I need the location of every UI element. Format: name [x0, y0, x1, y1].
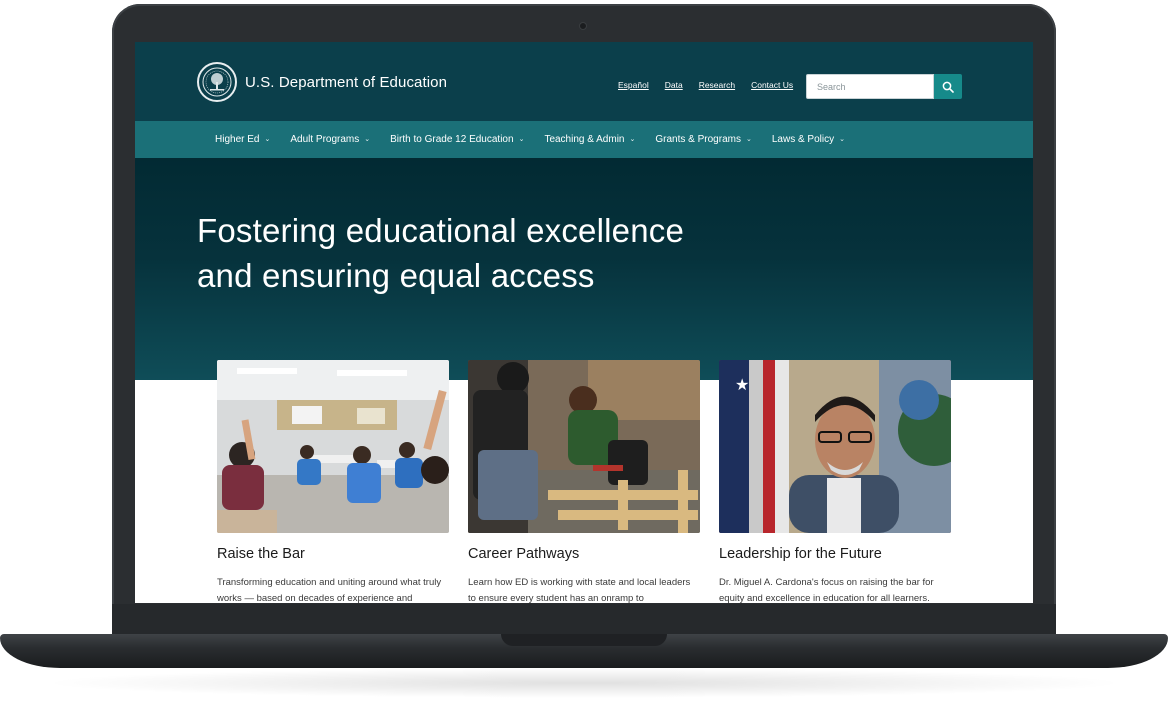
nav-item-adult-programs[interactable]: Adult Programs ⌄: [290, 134, 370, 145]
card-raise-the-bar[interactable]: Raise the Bar Transforming education and…: [217, 360, 449, 603]
chevron-down-icon: ⌄: [629, 135, 636, 143]
nav-item-laws-policy[interactable]: Laws & Policy ⌄: [772, 134, 845, 145]
feature-cards: Raise the Bar Transforming education and…: [217, 360, 953, 603]
browser-viewport: U.S. Department of Education Español Dat…: [135, 42, 1033, 603]
nav-item-label: Adult Programs: [290, 134, 360, 145]
hero-banner: Fostering educational excellence and ens…: [135, 158, 1033, 380]
nav-item-label: Grants & Programs: [655, 134, 741, 145]
nav-item-label: Higher Ed: [215, 134, 260, 145]
link-research[interactable]: Research: [699, 80, 735, 90]
card-description: Dr. Miguel A. Cardona's focus on raising…: [719, 577, 934, 603]
classroom-photo-icon: [217, 360, 449, 533]
card-title[interactable]: Career Pathways: [468, 546, 700, 562]
card-title[interactable]: Raise the Bar: [217, 546, 449, 562]
link-contact-us[interactable]: Contact Us: [751, 80, 793, 90]
search-button[interactable]: [934, 74, 962, 99]
department-seal-icon[interactable]: [197, 62, 237, 102]
portrait-photo-icon: ★: [719, 360, 951, 533]
nav-item-label: Birth to Grade 12 Education: [390, 134, 514, 145]
card-career-pathways[interactable]: Career Pathways Learn how ED is working …: [468, 360, 700, 603]
card-title[interactable]: Leadership for the Future: [719, 546, 951, 562]
search-icon: [942, 81, 954, 93]
chevron-down-icon: ⌄: [839, 135, 845, 143]
site-header: U.S. Department of Education Español Dat…: [135, 42, 1033, 121]
nav-item-higher-ed[interactable]: Higher Ed ⌄: [215, 134, 270, 145]
camera-icon: [579, 22, 587, 30]
main-nav: Higher Ed ⌄ Adult Programs ⌄ Birth to Gr…: [135, 121, 1033, 158]
nav-item-label: Laws & Policy: [771, 134, 835, 145]
card-description: Learn how ED is working with state and l…: [468, 577, 691, 603]
chevron-down-icon: ⌄: [264, 135, 271, 143]
hero-title: Fostering educational excellence and ens…: [197, 212, 685, 294]
laptop-notch: [501, 634, 667, 646]
chevron-down-icon: ⌄: [518, 135, 525, 143]
nav-item-birth-to-grade-12[interactable]: Birth to Grade 12 Education ⌄: [390, 134, 524, 145]
svg-text:★: ★: [735, 375, 749, 394]
nav-item-teaching-admin[interactable]: Teaching & Admin ⌄: [544, 134, 635, 145]
workshop-photo-icon: [468, 360, 700, 533]
nav-item-label: Teaching & Admin: [544, 134, 625, 145]
chevron-down-icon: ⌄: [364, 135, 371, 143]
laptop-bezel: [112, 604, 1056, 636]
nav-item-grants-programs[interactable]: Grants & Programs ⌄: [655, 134, 751, 145]
utility-links: Español Data Research Contact Us: [618, 80, 793, 90]
laptop-shadow: [40, 668, 1128, 698]
chevron-down-icon: ⌄: [745, 135, 752, 143]
laptop-mockup: U.S. Department of Education Español Dat…: [0, 0, 1168, 704]
card-leadership-future[interactable]: ★ Leadership for the Future Dr. Miguel A…: [719, 360, 951, 603]
link-data[interactable]: Data: [665, 80, 683, 90]
site-title[interactable]: U.S. Department of Education: [245, 74, 447, 91]
search-input[interactable]: [806, 74, 934, 99]
card-description: Transforming education and uniting aroun…: [217, 577, 442, 603]
link-espanol[interactable]: Español: [618, 80, 649, 90]
